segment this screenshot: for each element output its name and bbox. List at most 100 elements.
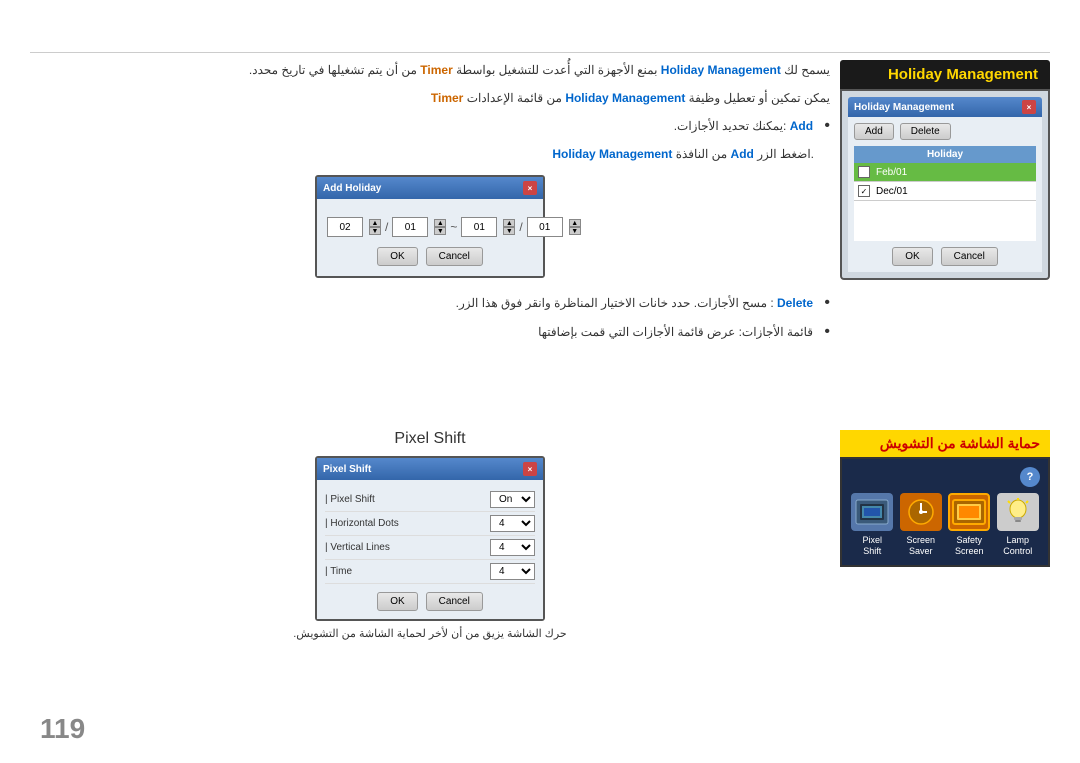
ps-value-1: On Off — [490, 491, 535, 508]
lamp-control-icon — [997, 493, 1039, 531]
screen-saver-label: ScreenSaver — [906, 535, 935, 557]
ps-row-3: | Vertical Lines 4 — [325, 536, 535, 560]
safety-screen-icon — [948, 493, 990, 531]
ps-content: | Pixel Shift On Off | Horizontal Dots 4 — [317, 480, 543, 619]
ah-cancel-button[interactable]: Cancel — [426, 247, 483, 266]
hm-keyword: Holiday Management — [661, 63, 781, 77]
ah-day-from[interactable] — [392, 217, 428, 237]
hm-dialog-content: Add Delete Holiday ✓ Feb/01 ✓ Dec/01 OK … — [848, 117, 1042, 272]
ah-ok-cancel: OK Cancel — [327, 247, 533, 266]
ah-date-row: ▲ ▼ / ▲ ▼ ~ ▲ ▼ / — [327, 217, 533, 237]
hm-dialog-title-text: Holiday Management — [854, 102, 954, 113]
ps-dialog: Pixel Shift × | Pixel Shift On Off | Hor… — [315, 456, 545, 621]
hm-cancel-button[interactable]: Cancel — [941, 247, 998, 266]
ps-select-2[interactable]: 4 — [490, 515, 535, 532]
safety-screen-panel: حماية الشاشة من التشويش ? PixelShift — [840, 430, 1050, 567]
safety-help-button[interactable]: ? — [1020, 467, 1040, 487]
hm-row-1[interactable]: ✓ Feb/01 — [854, 163, 1036, 182]
ps-dialog-title: Pixel Shift — [323, 464, 371, 475]
ps-value-4: 4 — [490, 563, 535, 580]
hm-dialog-close-button[interactable]: × — [1022, 100, 1036, 114]
ah-spin-up-3[interactable]: ▲ — [503, 219, 515, 227]
ps-caption: حرك الشاشة يزيق من أن لأخر لحماية الشاشة… — [30, 627, 830, 640]
hm-ok-button[interactable]: OK — [892, 247, 932, 266]
ah-spin-down-2[interactable]: ▼ — [434, 227, 446, 235]
page-number: 119 — [40, 713, 85, 745]
ps-value-3: 4 — [490, 539, 535, 556]
ah-spin-day-from: ▲ ▼ — [434, 219, 446, 235]
ah-month-from[interactable] — [327, 217, 363, 237]
ah-day-to[interactable] — [527, 217, 563, 237]
ah-ok-button[interactable]: OK — [377, 247, 417, 266]
ps-cancel-button[interactable]: Cancel — [426, 592, 483, 611]
ah-spin-down-3[interactable]: ▼ — [503, 227, 515, 235]
pixel-shift-label: PixelShift — [862, 535, 882, 557]
timer-keyword: Timer — [420, 63, 452, 77]
ps-label-2: | Horizontal Dots — [325, 518, 399, 529]
safety-title: حماية الشاشة من التشويش — [840, 430, 1050, 457]
bullet-list-text: • قائمة الأجازات: عرض قائمة الأجازات الت… — [30, 321, 830, 344]
delete-keyword: Delete — [777, 296, 813, 310]
ah-spin-month-to: ▲ ▼ — [503, 219, 515, 235]
ps-label-1: | Pixel Shift — [325, 494, 375, 505]
ps-dialog-wrap: Pixel Shift × | Pixel Shift On Off | Hor… — [30, 456, 830, 621]
add-keyword: Add — [790, 119, 813, 133]
ah-spin-up-1[interactable]: ▲ — [369, 219, 381, 227]
ah-spin-down-1[interactable]: ▼ — [369, 227, 381, 235]
bullet-add-text: • Add :يمكنك تحديد الأجازات. — [30, 115, 830, 138]
safety-icon-lamp-control[interactable]: LampControl — [997, 493, 1039, 557]
hm-checkbox-1[interactable]: ✓ — [858, 166, 870, 178]
ps-row-2: | Horizontal Dots 4 — [325, 512, 535, 536]
pixel-shift-icon — [851, 493, 893, 531]
hm-delete-button[interactable]: Delete — [900, 123, 951, 140]
hm-dialog: Holiday Management × Add Delete Holiday … — [840, 89, 1050, 280]
ps-titlebar: Pixel Shift × — [317, 458, 543, 480]
safety-icon-safety-screen[interactable]: SafetyScreen — [948, 493, 990, 557]
safety-icons-row: PixelShift ScreenSaver — [850, 493, 1040, 557]
ps-select-4[interactable]: 4 — [490, 563, 535, 580]
ps-row-4: | Time 4 — [325, 560, 535, 584]
top-divider — [30, 52, 1050, 53]
ps-row-1: | Pixel Shift On Off — [325, 488, 535, 512]
hm-ok-cancel: OK Cancel — [854, 247, 1036, 266]
hm-row-2[interactable]: ✓ Dec/01 — [854, 182, 1036, 201]
ah-month-to[interactable] — [461, 217, 497, 237]
ah-content: ▲ ▼ / ▲ ▼ ~ ▲ ▼ / — [317, 199, 543, 276]
ps-label-3: | Vertical Lines — [325, 542, 390, 553]
left-content: يسمح لك Holiday Management بمنع الأجهزة … — [30, 60, 830, 350]
ah-spin-up-2[interactable]: ▲ — [434, 219, 446, 227]
hm-table-header: Holiday — [854, 146, 1036, 163]
hm-title: Holiday Management — [840, 60, 1050, 89]
ah-spin-month-from: ▲ ▼ — [369, 219, 381, 235]
hm-add-button[interactable]: Add — [854, 123, 894, 140]
bullet-delete-text: • Delete : مسح الأجازات. حدد خانات الاخت… — [30, 292, 830, 315]
hm-checkbox-2[interactable]: ✓ — [858, 185, 870, 197]
ps-close-button[interactable]: × — [523, 462, 537, 476]
ps-ok-button[interactable]: OK — [377, 592, 417, 611]
hm-keyword-sub: Holiday Management — [552, 147, 672, 161]
ah-spin-down-4[interactable]: ▼ — [569, 227, 581, 235]
ps-select-3[interactable]: 4 — [490, 539, 535, 556]
safety-screen-label: SafetyScreen — [955, 535, 984, 557]
ps-label-4: | Time — [325, 566, 352, 577]
ps-value-2: 4 — [490, 515, 535, 532]
hm-row-2-label: Dec/01 — [876, 186, 908, 197]
ps-ok-cancel: OK Cancel — [325, 592, 535, 611]
ah-close-button[interactable]: × — [523, 181, 537, 195]
safety-panel-content: ? PixelShift — [840, 457, 1050, 567]
arabic-line1: يسمح لك Holiday Management بمنع الأجهزة … — [30, 60, 830, 82]
ah-title: Add Holiday — [323, 183, 381, 194]
arabic-line2: يمكن تمكين أو تعطيل وظيفة Holiday Manage… — [30, 88, 830, 110]
safety-icon-pixel-shift[interactable]: PixelShift — [851, 493, 893, 557]
right-panel: Holiday Management Holiday Management × … — [840, 60, 1050, 280]
bullet-delete: • Delete : مسح الأجازات. حدد خانات الاخت… — [30, 292, 830, 315]
hm-row-1-label: Feb/01 — [876, 167, 907, 178]
add-holiday-dialog: Add Holiday × ▲ ▼ / ▲ ▼ ~ — [315, 175, 545, 278]
ps-select-1[interactable]: On Off — [490, 491, 535, 508]
ps-title: Pixel Shift — [30, 430, 830, 448]
ah-spin-up-4[interactable]: ▲ — [569, 219, 581, 227]
add-holiday-section: Add Holiday × ▲ ▼ / ▲ ▼ ~ — [30, 175, 830, 278]
safety-icon-screen-saver[interactable]: ScreenSaver — [900, 493, 942, 557]
hm-dialog-titlebar: Holiday Management × — [848, 97, 1042, 117]
safety-help-row: ? — [850, 467, 1040, 487]
